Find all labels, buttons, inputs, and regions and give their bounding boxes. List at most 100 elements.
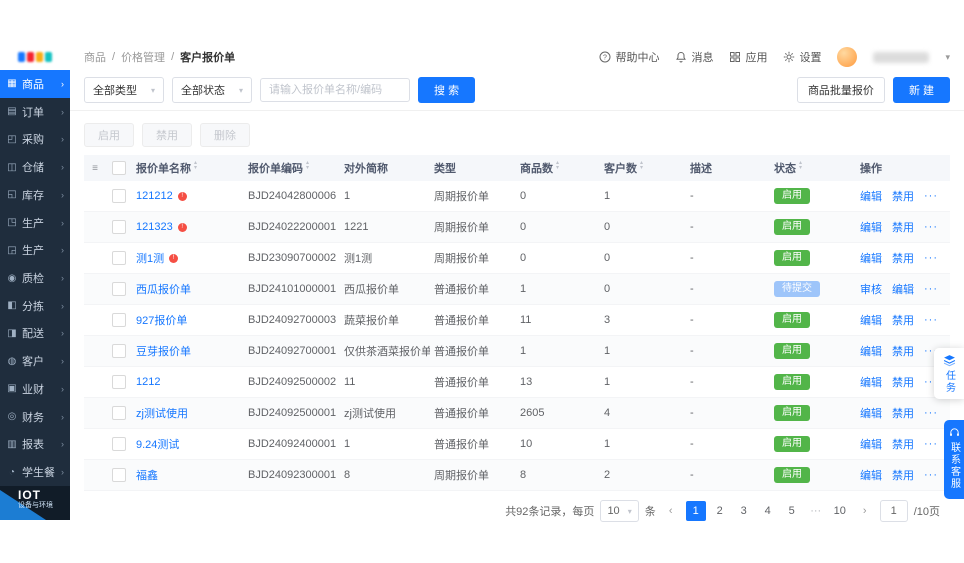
row-action-button[interactable]: 编辑 [860, 188, 882, 204]
page-number-button[interactable]: 2 [710, 501, 730, 521]
more-actions-button[interactable]: ··· [924, 438, 938, 450]
row-action-button[interactable]: 禁用 [892, 467, 914, 483]
quote-name-link[interactable]: 9.24测试 [136, 436, 179, 452]
sidebar-item-quality[interactable]: ◉ 质检 › [0, 264, 70, 292]
row-checkbox[interactable] [112, 375, 126, 389]
search-input[interactable] [260, 78, 411, 102]
next-page-button[interactable]: › [856, 501, 874, 521]
quote-name-link[interactable]: 121323 [136, 221, 173, 233]
enable-button[interactable]: 启用 [84, 123, 134, 147]
page-number-button[interactable]: 3 [734, 501, 754, 521]
more-actions-button[interactable]: ··· [924, 283, 938, 295]
column-config-icon[interactable]: ≡ [92, 163, 98, 174]
status-select[interactable]: 全部状态 ▾ [172, 77, 253, 103]
row-action-button[interactable]: 编辑 [860, 312, 882, 328]
sort-icon[interactable]: ▴ ▾ [556, 160, 559, 173]
type-select[interactable]: 全部类型 ▾ [84, 77, 165, 103]
select-all-checkbox[interactable] [112, 161, 126, 175]
quote-name-link[interactable]: 豆芽报价单 [136, 343, 191, 359]
contact-service-widget[interactable]: 联系客服 [944, 420, 964, 499]
row-action-button[interactable]: 禁用 [892, 405, 914, 421]
row-action-button[interactable]: 编辑 [860, 250, 882, 266]
quote-name-link[interactable]: 1212 [136, 376, 160, 388]
breadcrumb-item[interactable]: 价格管理 [121, 49, 165, 65]
sidebar-item-production[interactable]: ◳ 生产 › [0, 209, 70, 237]
quote-name-link[interactable]: 927报价单 [136, 312, 187, 328]
sort-icon[interactable]: ▴ ▾ [306, 160, 309, 173]
row-checkbox[interactable] [112, 344, 126, 358]
quote-name-link[interactable]: 福鑫 [136, 467, 158, 483]
row-action-button[interactable]: 禁用 [892, 188, 914, 204]
messages-link[interactable]: 消息 [675, 49, 713, 65]
page-number-button[interactable]: 1 [685, 501, 706, 521]
help-center-link[interactable]: ? 帮助中心 [599, 49, 659, 65]
row-action-button[interactable]: 审核 [860, 281, 882, 297]
column-header-code[interactable]: 报价单编码 ▴ ▾ [244, 160, 340, 176]
page-number-button[interactable]: 4 [758, 501, 778, 521]
sidebar-item-student-meal[interactable]: ◔ 学生餐 › [0, 458, 70, 486]
row-checkbox[interactable] [112, 251, 126, 265]
sidebar-item-warehouse[interactable]: ◫ 仓储 › [0, 153, 70, 181]
row-action-button[interactable]: 禁用 [892, 343, 914, 359]
more-actions-button[interactable]: ··· [924, 407, 938, 419]
row-action-button[interactable]: 编辑 [860, 436, 882, 452]
sidebar-item-purchase[interactable]: ◰ 采购 › [0, 125, 70, 153]
sidebar-item-production-2[interactable]: ◲ 生产 › [0, 236, 70, 264]
row-checkbox[interactable] [112, 406, 126, 420]
sidebar-item-customers[interactable]: ◍ 客户 › [0, 347, 70, 375]
disable-button[interactable]: 禁用 [142, 123, 192, 147]
row-checkbox[interactable] [112, 437, 126, 451]
avatar[interactable] [837, 47, 858, 67]
sidebar-item-inventory[interactable]: ◱ 库存 › [0, 181, 70, 209]
more-actions-button[interactable]: ··· [924, 221, 938, 233]
sidebar-item-reports[interactable]: ▥ 报表 › [0, 431, 70, 459]
breadcrumb-item[interactable]: 商品 [84, 49, 106, 65]
sidebar-item-sorting[interactable]: ◧ 分拣 › [0, 292, 70, 320]
quote-name-link[interactable]: 西瓜报价单 [136, 281, 191, 297]
row-action-button[interactable]: 编辑 [860, 374, 882, 390]
row-action-button[interactable]: 编辑 [860, 219, 882, 235]
sidebar-item-delivery[interactable]: ◨ 配送 › [0, 320, 70, 348]
row-action-button[interactable]: 编辑 [860, 467, 882, 483]
sidebar-item-goods[interactable]: ▦ 商品 › [0, 70, 70, 98]
more-actions-button[interactable]: ··· [924, 469, 938, 481]
column-header-name[interactable]: 报价单名称 ▴ ▾ [132, 160, 244, 176]
column-header-customer-count[interactable]: 客户数 ▴ ▾ [600, 160, 686, 176]
row-checkbox[interactable] [112, 468, 126, 482]
column-header-status[interactable]: 状态 ▴ ▾ [770, 160, 856, 176]
sidebar-item-business-finance[interactable]: ▣ 业财 › [0, 375, 70, 403]
quote-name-link[interactable]: zj测试使用 [136, 405, 188, 421]
row-action-button[interactable]: 禁用 [892, 374, 914, 390]
page-size-select[interactable]: 10 ▾ [600, 500, 639, 522]
row-action-button[interactable]: 禁用 [892, 250, 914, 266]
quote-name-link[interactable]: 121212 [136, 190, 173, 202]
more-actions-button[interactable]: ··· [924, 252, 938, 264]
page-number-button[interactable]: 5 [782, 501, 802, 521]
more-actions-button[interactable]: ··· [924, 314, 938, 326]
sidebar-item-finance[interactable]: ◎ 财务 › [0, 403, 70, 431]
row-action-button[interactable]: 禁用 [892, 219, 914, 235]
more-actions-button[interactable]: ··· [924, 190, 938, 202]
sort-icon[interactable]: ▴ ▾ [640, 160, 643, 173]
sidebar-item-orders[interactable]: ▤ 订单 › [0, 98, 70, 126]
task-widget[interactable]: 任务 [934, 348, 964, 399]
prev-page-button[interactable]: ‹ [662, 501, 680, 521]
row-action-button[interactable]: 禁用 [892, 312, 914, 328]
batch-quote-button[interactable]: 商品批量报价 [796, 77, 885, 103]
row-action-button[interactable]: 禁用 [892, 436, 914, 452]
row-checkbox[interactable] [112, 282, 126, 296]
column-header-goods-count[interactable]: 商品数 ▴ ▾ [516, 160, 600, 176]
page-number-button[interactable]: 10 [830, 501, 850, 521]
apps-link[interactable]: 应用 [729, 49, 767, 65]
row-action-button[interactable]: 编辑 [860, 343, 882, 359]
row-action-button[interactable]: 编辑 [892, 281, 914, 297]
row-checkbox[interactable] [112, 313, 126, 327]
chevron-down-icon[interactable]: ▾ [945, 52, 950, 63]
row-action-button[interactable]: 编辑 [860, 405, 882, 421]
delete-button[interactable]: 删除 [200, 123, 250, 147]
row-checkbox[interactable] [112, 220, 126, 234]
sort-icon[interactable]: ▴ ▾ [194, 160, 197, 173]
new-button[interactable]: 新 建 [892, 77, 950, 103]
quote-name-link[interactable]: 测1测 [136, 250, 164, 266]
sort-icon[interactable]: ▴ ▾ [799, 160, 802, 173]
